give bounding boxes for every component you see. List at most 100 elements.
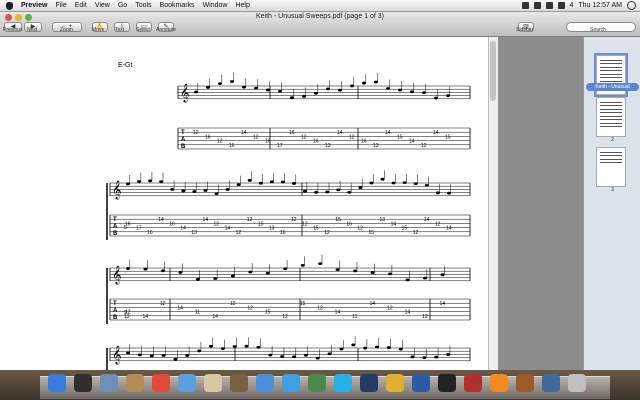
skype-icon[interactable]: [334, 374, 352, 392]
menu-go[interactable]: Go: [114, 0, 131, 11]
contacts-icon[interactable]: [126, 374, 144, 392]
note-head: [386, 346, 391, 349]
photoshop-icon[interactable]: [360, 374, 378, 392]
note-head: [203, 189, 208, 192]
fret-number: 16: [289, 130, 295, 136]
spotlight-icon[interactable]: [627, 1, 636, 10]
note-head: [236, 183, 241, 187]
finder-icon[interactable]: [48, 374, 66, 392]
itunes-icon[interactable]: [178, 374, 196, 392]
menu-file[interactable]: File: [51, 0, 70, 11]
note-head: [292, 182, 296, 185]
fret-number: 16: [280, 230, 286, 236]
thumbnail-sidebar: Keith - Unusual 2 3: [583, 37, 640, 370]
document-area[interactable]: 𝄞 T A B 12 16 12 16 14 12 16 17 16 12 16 13 14 12 16 13 14 15…: [0, 37, 583, 400]
fret-number: 14: [180, 226, 186, 232]
note-head: [159, 180, 164, 184]
label-previous: Previous: [3, 27, 23, 33]
fret-number: 15: [300, 301, 306, 307]
fret-number: 16: [205, 134, 211, 140]
fret-number: 12: [324, 230, 330, 236]
label-select: Select: [136, 27, 150, 33]
fret-number: 14: [335, 310, 341, 316]
guitar-icon[interactable]: [516, 374, 534, 392]
fret-number: 12: [349, 134, 355, 140]
note-head: [339, 347, 344, 351]
note-head: [214, 192, 219, 196]
volume-icon[interactable]: [545, 2, 553, 9]
note-head: [410, 355, 415, 359]
note-head: [422, 91, 426, 95]
thumbnail-page-2[interactable]: [596, 97, 626, 137]
note-head: [213, 277, 218, 280]
clock[interactable]: Thu 12:57 AM: [578, 2, 622, 9]
menu-view[interactable]: View: [91, 0, 114, 11]
fret-number: 15: [265, 310, 271, 316]
thumbnail-page-3[interactable]: [596, 147, 626, 187]
fret-number: 16: [147, 230, 153, 236]
dashboard-icon[interactable]: [74, 374, 92, 392]
label-sidebar: Sidebar: [516, 27, 534, 33]
activity-icon[interactable]: [542, 374, 560, 392]
note-head: [386, 87, 390, 90]
fret-number: 13: [269, 226, 275, 232]
note-head: [327, 352, 332, 356]
fret-number: 12: [236, 230, 242, 236]
vertical-scrollbar[interactable]: [488, 37, 498, 370]
preview-icon[interactable]: [204, 374, 222, 392]
note-head: [247, 178, 252, 182]
fret-number: 14: [405, 310, 411, 316]
apple-icon[interactable]: [6, 1, 13, 10]
battery-icon[interactable]: [557, 2, 565, 9]
chrome-icon[interactable]: [386, 374, 404, 392]
scroll-thumb[interactable]: [490, 41, 496, 101]
menu-help[interactable]: Help: [231, 0, 253, 11]
fret-number: 15: [397, 134, 403, 140]
label-next: Next: [27, 27, 38, 33]
fret-number: 15: [445, 134, 451, 140]
mail-icon[interactable]: [100, 374, 118, 392]
wifi-icon[interactable]: [533, 2, 541, 9]
note-head: [423, 276, 428, 280]
menu-tools[interactable]: Tools: [131, 0, 155, 11]
filezilla-icon[interactable]: [464, 374, 482, 392]
fret-number: 12: [282, 314, 288, 320]
maps-icon[interactable]: [308, 374, 326, 392]
sheet-music: 𝄞TAB121612161412161716121613141216131415…: [106, 62, 471, 400]
battery-level: 4: [569, 2, 574, 9]
menu-window[interactable]: Window: [199, 0, 232, 11]
trash-icon[interactable]: [568, 374, 586, 392]
note-head: [126, 267, 130, 270]
note-head: [258, 181, 263, 185]
fret-number: 16: [313, 139, 319, 145]
measure-number-13: 13: [124, 314, 130, 320]
tab-clef-letter: A: [113, 224, 118, 230]
pdf-page[interactable]: 𝄞 T A B 12 16 12 16 14 12 16 17 16 12 16 13 14 12 16 13 14 15…: [0, 37, 488, 400]
vlc-icon[interactable]: [490, 374, 508, 392]
fret-number: 15: [335, 217, 341, 223]
tab-clef-letter: A: [181, 137, 186, 143]
safari-icon[interactable]: [282, 374, 300, 392]
fret-number: 14: [440, 301, 446, 307]
measure-number-5: 5: [124, 225, 127, 231]
note-head: [358, 186, 363, 189]
fret-number: 12: [422, 314, 428, 320]
selected-thumbnail-label: Keith - Unusual: [586, 83, 639, 91]
note-head: [265, 271, 270, 275]
photo-icon[interactable]: [230, 374, 248, 392]
note-head: [161, 354, 166, 357]
menu-edit[interactable]: Edit: [71, 0, 91, 11]
fret-number: 13: [380, 217, 386, 223]
menu-app[interactable]: Preview: [17, 0, 51, 11]
note-head: [256, 345, 261, 349]
note-head: [326, 87, 330, 91]
calendar-icon[interactable]: [152, 374, 170, 392]
word-icon[interactable]: [412, 374, 430, 392]
note-head: [370, 271, 375, 275]
menu-bookmarks[interactable]: Bookmarks: [156, 0, 199, 11]
terminal-icon[interactable]: [438, 374, 456, 392]
note-head: [137, 353, 142, 357]
note-head: [197, 349, 202, 353]
appstore-icon[interactable]: [256, 374, 274, 392]
bluetooth-icon[interactable]: [521, 2, 529, 9]
